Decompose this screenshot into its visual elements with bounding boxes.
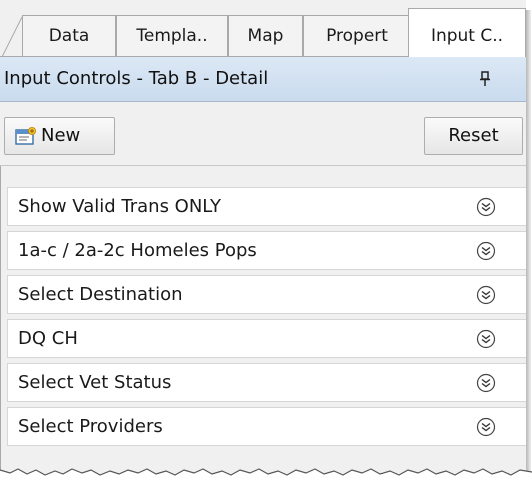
tab-strip-edge: [1, 16, 23, 57]
list-item[interactable]: Select Destination: [7, 275, 526, 314]
input-controls-list: Show Valid Trans ONLY 1a-c / 2a-2c Homel…: [7, 187, 526, 451]
list-item[interactable]: Show Valid Trans ONLY: [7, 187, 526, 226]
tab-map[interactable]: Map: [228, 15, 303, 57]
control-label: Select Destination: [18, 284, 183, 305]
expand-chevron-icon[interactable]: [476, 197, 496, 217]
tab-label: Data: [48, 26, 90, 46]
tab-data[interactable]: Data: [22, 15, 116, 57]
expand-chevron-icon[interactable]: [476, 329, 496, 349]
list-item[interactable]: DQ CH: [7, 319, 526, 358]
new-button[interactable]: New: [4, 117, 115, 155]
window-shadow: [526, 10, 531, 476]
control-label: 1a-c / 2a-2c Homeles Pops: [18, 240, 257, 261]
reset-button[interactable]: Reset: [424, 117, 523, 155]
pin-icon[interactable]: [478, 71, 492, 87]
tab-template[interactable]: Templa..: [116, 15, 228, 57]
tab-properties[interactable]: Propert: [303, 15, 411, 57]
tab-label: Map: [247, 26, 284, 46]
control-label: Select Providers: [18, 416, 163, 437]
control-label: DQ CH: [18, 328, 78, 349]
tab-input-controls[interactable]: Input C..: [408, 8, 526, 57]
tab-strip: Data Templa.. Map Propert Input C..: [0, 0, 526, 57]
expand-chevron-icon[interactable]: [476, 285, 496, 305]
toolbar: New Reset: [0, 102, 526, 166]
new-button-label: New: [41, 125, 81, 146]
panel-header: Input Controls - Tab B - Detail: [0, 57, 526, 102]
torn-edge: [0, 468, 532, 485]
expand-chevron-icon[interactable]: [476, 241, 496, 261]
expand-chevron-icon[interactable]: [476, 373, 496, 393]
expand-chevron-icon[interactable]: [476, 417, 496, 437]
reset-button-label: Reset: [448, 125, 499, 146]
tab-label: Propert: [326, 26, 388, 46]
control-label: Select Vet Status: [18, 372, 172, 393]
tab-label: Input C..: [430, 26, 504, 46]
new-form-icon: [15, 127, 36, 145]
control-label: Show Valid Trans ONLY: [18, 196, 221, 217]
list-item[interactable]: Select Vet Status: [7, 363, 526, 402]
list-item[interactable]: Select Providers: [7, 407, 526, 446]
list-item[interactable]: 1a-c / 2a-2c Homeles Pops: [7, 231, 526, 270]
tab-label: Templa..: [136, 26, 208, 46]
panel-title: Input Controls - Tab B - Detail: [4, 68, 269, 89]
